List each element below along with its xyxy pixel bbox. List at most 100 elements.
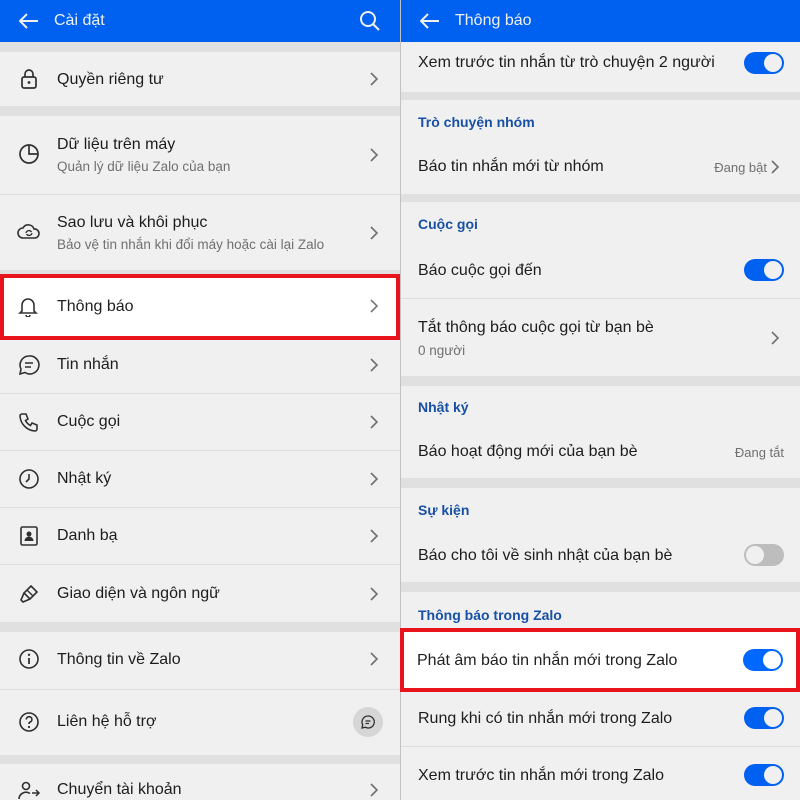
- setting-label: Rung khi có tin nhắn mới trong Zalo: [418, 710, 673, 727]
- highlight-fill-notifications: Thông báo: [4, 278, 396, 336]
- chevron-right-icon: [771, 160, 780, 174]
- settings-item-label: Tin nhắn: [57, 356, 119, 373]
- chat-bubble-icon: [17, 353, 41, 377]
- chevron-right-icon: [370, 415, 379, 429]
- notifications-header: Thông báo: [401, 0, 800, 42]
- settings-item-description: Bảo vệ tin nhắn khi đổi máy hoặc cài lại…: [57, 237, 325, 252]
- chat-bubble-icon: [361, 715, 375, 729]
- phone-icon: [17, 410, 41, 434]
- setting-label: Tắt thông báo cuộc gọi từ bạn bè: [418, 319, 654, 336]
- section-title: Trò chuyện nhóm: [418, 114, 535, 130]
- section-title: Thông báo trong Zalo: [418, 607, 562, 623]
- preview-direct-row[interactable]: Xem trước tin nhắn từ trò chuyện 2 người: [401, 42, 800, 92]
- settings-item-label: Sao lưu và khôi phục: [57, 214, 208, 231]
- contact-book-icon: [17, 524, 41, 548]
- switch-account-icon: [17, 778, 41, 800]
- settings-item-diary[interactable]: Nhật ký: [0, 450, 400, 507]
- incoming-call-toggle[interactable]: [744, 259, 784, 281]
- info-icon: [17, 647, 41, 671]
- chevron-right-icon: [370, 529, 379, 543]
- settings-item-label: Thông tin về Zalo: [57, 651, 181, 668]
- help-icon: [17, 710, 41, 734]
- settings-panel: Cài đặt Quyền riêng tư Dữ liệu trên máy …: [0, 0, 400, 800]
- chevron-right-icon: [370, 226, 379, 240]
- chevron-right-icon: [370, 358, 379, 372]
- back-arrow-icon[interactable]: [420, 11, 440, 31]
- lock-icon: [17, 67, 41, 91]
- settings-item-messages[interactable]: Tin nhắn: [0, 336, 400, 393]
- settings-item-calls[interactable]: Cuộc gọi: [0, 393, 400, 450]
- search-icon[interactable]: [358, 9, 382, 33]
- setting-description: 0 người: [418, 343, 466, 358]
- settings-item-backup[interactable]: Sao lưu và khôi phục Bảo vệ tin nhắn khi…: [0, 194, 400, 270]
- friend-activity-row[interactable]: Báo hoạt động mới của bạn bè Đang tắt: [401, 428, 800, 478]
- section-title: Cuộc gọi: [418, 216, 478, 232]
- settings-item-label: Danh bạ: [57, 527, 118, 544]
- page-title: Cài đặt: [54, 12, 105, 29]
- setting-label: Báo tin nhắn mới từ nhóm: [418, 158, 604, 175]
- setting-status: Đang tắt: [734, 445, 784, 460]
- section-header-in-app: Thông báo trong Zalo: [401, 592, 800, 634]
- chevron-right-icon: [370, 148, 379, 162]
- settings-item-label: Dữ liệu trên máy: [57, 136, 176, 153]
- section-title: Nhật ký: [418, 399, 469, 415]
- support-chat-button[interactable]: [353, 707, 383, 737]
- cloud-sync-icon: [17, 220, 41, 244]
- sound-toggle[interactable]: [743, 649, 783, 671]
- paint-brush-icon: [17, 582, 41, 606]
- setting-status: Đang bật: [714, 160, 767, 175]
- preview-in-app-toggle[interactable]: [744, 764, 784, 786]
- settings-item-label: Quyền riêng tư: [57, 71, 164, 88]
- settings-item-description: Quản lý dữ liệu Zalo của bạn: [57, 159, 231, 174]
- section-header-events: Sự kiện: [401, 488, 800, 530]
- settings-item-switch-account[interactable]: Chuyển tài khoản: [0, 764, 400, 800]
- highlight-fill-sound: Phát âm báo tin nhắn mới trong Zalo: [404, 632, 796, 688]
- settings-item-label: Giao diện và ngôn ngữ: [57, 585, 220, 602]
- settings-item-label: Nhật ký: [57, 470, 112, 487]
- setting-label: Phát âm báo tin nhắn mới trong Zalo: [417, 652, 678, 669]
- chevron-right-icon: [370, 72, 379, 86]
- mute-calls-row[interactable]: Tắt thông báo cuộc gọi từ bạn bè 0 người: [401, 298, 800, 376]
- setting-label: Xem trước tin nhắn mới trong Zalo: [418, 767, 665, 784]
- settings-item-privacy[interactable]: Quyền riêng tư: [0, 52, 400, 106]
- group-new-message-row[interactable]: Báo tin nhắn mới từ nhóm Đang bật: [401, 140, 800, 194]
- settings-item-label: Thông báo: [57, 298, 134, 315]
- toggle-knob: [763, 651, 781, 669]
- incoming-call-row[interactable]: Báo cuộc gọi đến: [401, 246, 800, 298]
- setting-label: Báo cho tôi về sinh nhật của bạn bè: [418, 547, 673, 564]
- vibrate-toggle[interactable]: [744, 707, 784, 729]
- back-arrow-icon[interactable]: [19, 11, 39, 31]
- setting-label: Xem trước tin nhắn từ trò chuyện 2 người: [418, 54, 715, 71]
- toggle-knob: [764, 766, 782, 784]
- birthday-toggle[interactable]: [744, 544, 784, 566]
- toggle-knob: [764, 261, 782, 279]
- settings-item-contacts[interactable]: Danh bạ: [0, 507, 400, 564]
- clock-icon: [17, 467, 41, 491]
- preview-direct-toggle[interactable]: [744, 52, 784, 74]
- toggle-knob: [764, 54, 782, 72]
- toggle-knob: [764, 709, 782, 727]
- pie-chart-icon: [17, 142, 41, 166]
- chevron-right-icon: [771, 331, 780, 345]
- settings-item-label: Liên hệ hỗ trợ: [57, 713, 157, 730]
- section-title: Sự kiện: [418, 502, 470, 518]
- chevron-right-icon: [370, 783, 379, 797]
- chevron-right-icon: [370, 299, 379, 313]
- settings-item-label: Chuyển tài khoản: [57, 781, 182, 798]
- toggle-knob: [746, 546, 764, 564]
- settings-item-appearance[interactable]: Giao diện và ngôn ngữ: [0, 564, 400, 622]
- vibrate-row[interactable]: Rung khi có tin nhắn mới trong Zalo: [401, 688, 800, 746]
- preview-in-app-row[interactable]: Xem trước tin nhắn mới trong Zalo: [401, 746, 800, 800]
- setting-label: Báo cuộc gọi đến: [418, 262, 542, 279]
- settings-item-about[interactable]: Thông tin về Zalo: [0, 632, 400, 689]
- bell-icon: [17, 295, 41, 319]
- section-header-diary: Nhật ký: [401, 386, 800, 428]
- settings-item-label: Cuộc gọi: [57, 413, 121, 430]
- birthday-row[interactable]: Báo cho tôi về sinh nhật của bạn bè: [401, 530, 800, 582]
- chevron-right-icon: [370, 652, 379, 666]
- section-header-calls: Cuộc gọi: [401, 202, 800, 246]
- settings-item-device-data[interactable]: Dữ liệu trên máy Quản lý dữ liệu Zalo củ…: [0, 116, 400, 194]
- setting-label: Báo hoạt động mới của bạn bè: [418, 443, 638, 460]
- chevron-right-icon: [370, 472, 379, 486]
- settings-item-support[interactable]: Liên hệ hỗ trợ: [0, 689, 400, 755]
